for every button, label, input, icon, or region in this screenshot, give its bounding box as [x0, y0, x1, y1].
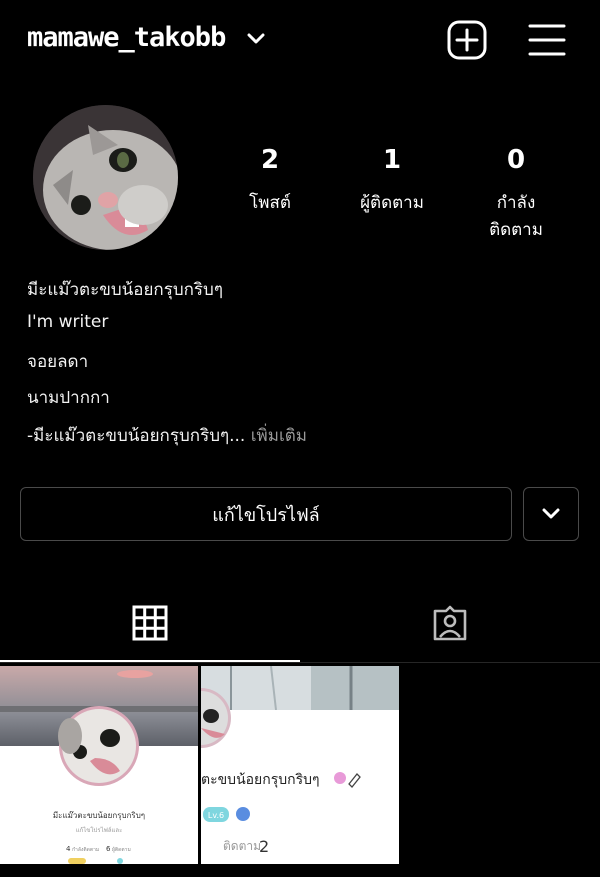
chevron-down-icon — [542, 508, 560, 519]
post-2-follow-label: ติดตาม — [223, 839, 261, 853]
post-1-name: มีะแม๊วตะขบน้อยกรุบกริบๆ — [53, 810, 145, 820]
post-1-image: มีะแม๊วตะขบน้อยกรุบกริบๆ แก้ไขโปรไฟล์และ… — [0, 666, 198, 864]
tab-grid[interactable] — [0, 600, 300, 662]
posts-label: โพสต์ — [249, 193, 291, 213]
followers-count: 1 — [382, 145, 402, 175]
post-2-name: ตะขบน้อยกรุบกริบๆ — [201, 772, 320, 788]
post-2-level-badge: Lv.6 — [208, 811, 224, 820]
bio-line-4: นามปากกา — [27, 388, 110, 408]
profile-avatar[interactable] — [33, 105, 178, 250]
post-1-followers-label: ผู้ติดตาม — [112, 846, 131, 853]
post-thumbnail-2[interactable]: ตะขบน้อยกรุบกริบๆ Lv.6 ติดตาม 2 — [201, 666, 399, 864]
plus-square-icon[interactable] — [447, 20, 487, 60]
bio-line-2: I'm writer — [27, 312, 109, 332]
stat-posts[interactable]: 2 โพสต์ — [240, 145, 300, 216]
post-1-following-count: 4 — [66, 845, 71, 853]
post-2-image: ตะขบน้อยกรุบกริบๆ Lv.6 ติดตาม 2 — [201, 666, 399, 864]
bio-line-5-text: -มีะแม๊วตะขบน้อยกรุบกริบๆ... — [27, 426, 246, 446]
post-1-subtitle: แก้ไขโปรไฟล์และ — [76, 826, 123, 834]
edit-profile-button[interactable]: แก้ไขโปรไฟล์ — [20, 487, 512, 541]
username-switcher[interactable]: mamawe_takobb — [27, 22, 226, 53]
chevron-down-icon[interactable] — [246, 32, 266, 46]
stat-followers[interactable]: 1 ผู้ติดตาม — [350, 145, 434, 216]
following-count: 0 — [506, 145, 526, 175]
stat-following[interactable]: 0 กำลังติดตาม — [470, 145, 562, 243]
hamburger-menu-icon[interactable] — [528, 22, 566, 58]
post-1-followers-count: 6 — [106, 845, 111, 853]
bio-line-5: -มีะแม๊วตะขบน้อยกรุบกริบๆ... เพิ่มเติม — [27, 422, 307, 449]
post-1-following-label: กำลังติดตาม — [72, 846, 99, 853]
top-bar: mamawe_takobb — [0, 0, 600, 80]
tab-divider — [0, 662, 600, 663]
bio-line-1: มีะแม๊วตะขบน้อยกรุบกริบๆ — [27, 280, 223, 300]
bio-more-link[interactable]: เพิ่มเติม — [251, 426, 307, 446]
grid-icon — [132, 605, 168, 641]
posts-count: 2 — [260, 145, 280, 175]
discover-people-button[interactable] — [523, 487, 579, 541]
post-2-follow-count: 2 — [259, 837, 269, 856]
tagged-person-icon — [433, 605, 467, 641]
following-label: กำลังติดตาม — [489, 193, 543, 240]
followers-label: ผู้ติดตาม — [360, 193, 424, 213]
post-thumbnail-1[interactable]: มีะแม๊วตะขบน้อยกรุบกริบๆ แก้ไขโปรไฟล์และ… — [0, 666, 198, 864]
tab-tagged[interactable] — [300, 600, 600, 662]
bio-line-3: จอยลดา — [27, 352, 89, 372]
